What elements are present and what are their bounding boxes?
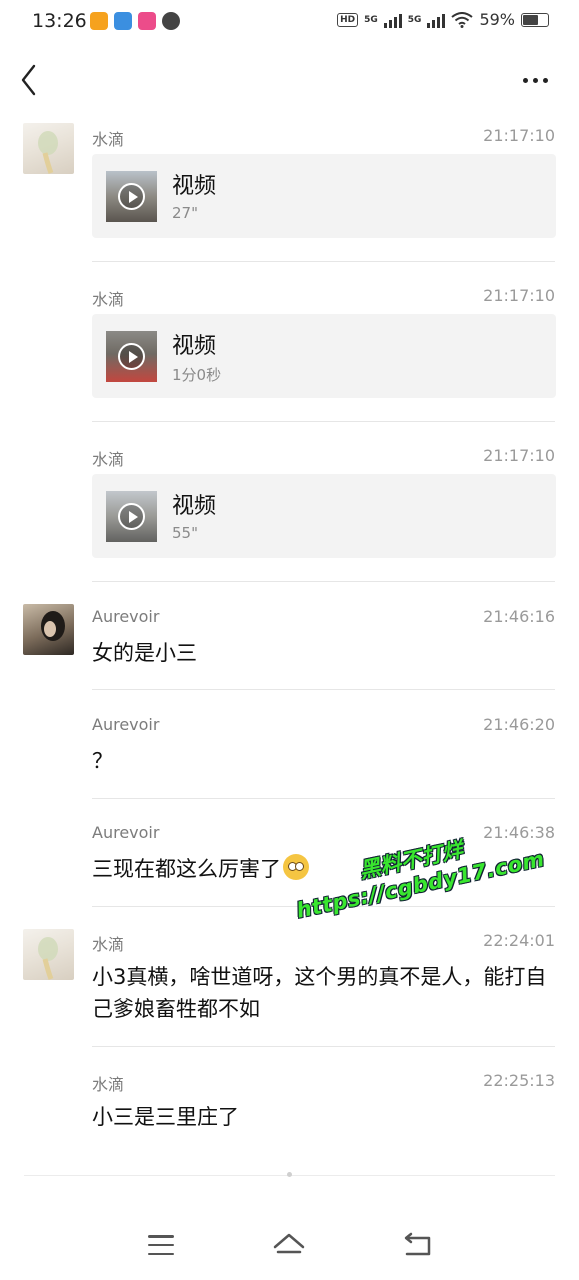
avatar-aurevoir[interactable] <box>23 604 74 655</box>
message-item: Aurevoir 21:46:20 ？ <box>0 705 579 815</box>
video-title: 视频 <box>172 334 217 359</box>
video-duration: 1分0秒 <box>172 366 222 384</box>
flushed-face-emoji-icon <box>283 854 309 880</box>
home-icon[interactable] <box>272 1230 306 1260</box>
divider <box>92 1046 555 1047</box>
battery-percent: 59% <box>479 10 515 29</box>
message-time: 21:17:10 <box>483 446 555 465</box>
video-card[interactable]: 视频 55" <box>92 474 556 558</box>
avatar-shuidi[interactable] <box>23 123 74 174</box>
shopping-app-icon <box>138 12 156 30</box>
back-chevron-icon[interactable] <box>16 62 46 98</box>
message-time: 21:46:20 <box>483 715 555 734</box>
message-text: 三现在都这么厉害了 <box>92 857 281 881</box>
weibo-icon <box>90 12 108 30</box>
divider <box>92 798 555 799</box>
sender-name: Aurevoir <box>92 607 160 626</box>
avatar-shuidi[interactable] <box>23 929 74 980</box>
message-item: 水滴 21:17:10 视频 1分0秒 <box>0 275 579 435</box>
video-thumbnail <box>106 491 157 542</box>
video-duration: 55" <box>172 524 198 542</box>
message-item: 水滴 21:17:10 视频 27" <box>0 115 579 275</box>
message-time: 22:25:13 <box>483 1071 555 1090</box>
hd-badge: HD <box>337 12 359 27</box>
video-app-icon <box>162 12 180 30</box>
video-title: 视频 <box>172 494 217 519</box>
message-time: 21:46:38 <box>483 823 555 842</box>
sender-name: Aurevoir <box>92 715 160 734</box>
app-notification-icon <box>114 12 132 30</box>
message-time: 21:17:10 <box>483 286 555 305</box>
sender-name: 水滴 <box>92 450 125 469</box>
message-item: 水滴 22:24:01 小3真横，啥世道呀，这个男的真不是人，能打自己爹娘畜牲都… <box>0 921 579 1061</box>
video-duration: 27" <box>172 204 198 222</box>
status-indicators: HD 5G 5G 59% <box>337 10 549 29</box>
sender-name: 水滴 <box>92 290 125 309</box>
message-item: 水滴 21:17:10 视频 55" <box>0 435 579 595</box>
network-5g-label-2: 5G <box>407 14 422 25</box>
video-thumbnail <box>106 331 157 382</box>
divider <box>92 581 555 582</box>
menu-icon[interactable] <box>148 1235 174 1255</box>
divider <box>92 261 555 262</box>
message-text: ？ <box>92 749 113 773</box>
sender-name: 水滴 <box>92 935 125 954</box>
status-bar: 13:26 HD 5G 5G 59% <box>0 0 579 46</box>
message-time: 21:17:10 <box>483 126 555 145</box>
video-card[interactable]: 视频 27" <box>92 154 556 238</box>
signal-icon-1 <box>383 12 402 28</box>
sender-name: 水滴 <box>92 130 125 149</box>
message-text: 小3真横，啥世道呀，这个男的真不是人，能打自己爹娘畜牲都不如 <box>92 965 547 1021</box>
divider <box>92 421 555 422</box>
battery-icon <box>521 12 549 27</box>
wifi-icon <box>451 11 474 28</box>
message-item: Aurevoir 21:46:38 三现在都这么厉害了 <box>0 813 579 923</box>
message-text: 女的是小三 <box>92 641 197 665</box>
message-list[interactable]: 水滴 21:17:10 视频 27" 水滴 21:17:10 视频 1分0秒 水… <box>0 115 579 1175</box>
video-thumbnail <box>106 171 157 222</box>
message-text-row: 三现在都这么厉害了 <box>92 853 555 885</box>
message-item: Aurevoir 21:46:16 女的是小三 <box>0 595 579 705</box>
sender-name: 水滴 <box>92 1075 125 1094</box>
message-time: 22:24:01 <box>483 931 555 950</box>
network-5g-label-1: 5G <box>364 14 378 25</box>
message-time: 21:46:16 <box>483 607 555 626</box>
status-time: 13:26 <box>32 10 87 32</box>
message-text: 小三是三里庄了 <box>92 1105 239 1129</box>
more-options-icon[interactable] <box>523 68 555 92</box>
video-title: 视频 <box>172 174 217 199</box>
chat-history-screen: 13:26 HD 5G 5G 59% 水滴 21:17:10 视频 27" 水滴… <box>0 0 579 1280</box>
divider <box>92 689 555 690</box>
system-navigation-bar <box>0 1222 579 1268</box>
play-icon <box>118 503 145 530</box>
video-card[interactable]: 视频 1分0秒 <box>92 314 556 398</box>
message-item: 水滴 22:25:13 小三是三里庄了 <box>0 1061 579 1171</box>
divider <box>92 906 555 907</box>
play-icon <box>118 183 145 210</box>
signal-icon-2 <box>427 12 446 28</box>
play-icon <box>118 343 145 370</box>
list-end-dot <box>287 1172 292 1177</box>
back-icon[interactable] <box>403 1232 433 1260</box>
sender-name: Aurevoir <box>92 823 160 842</box>
